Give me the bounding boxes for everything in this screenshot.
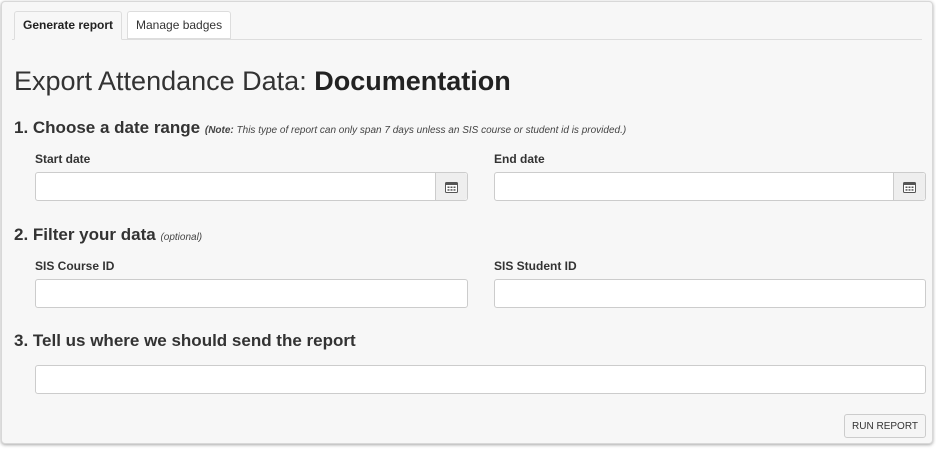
end-date-label: End date	[494, 152, 545, 166]
section-filter-title: 2. Filter your data	[14, 225, 156, 244]
start-date-input[interactable]	[36, 173, 435, 200]
section-date-range-heading: 1. Choose a date range (Note: This type …	[14, 118, 626, 138]
sis-student-id-label: SIS Student ID	[494, 259, 577, 273]
sis-course-id-field	[35, 279, 468, 308]
tab-bar: Generate report Manage badges	[12, 10, 922, 40]
start-date-label: Start date	[35, 152, 91, 166]
date-range-note: (Note: This type of report can only span…	[205, 125, 626, 136]
sis-student-id-input[interactable]	[495, 280, 925, 307]
end-date-calendar-button[interactable]	[893, 173, 925, 200]
end-date-field	[494, 172, 926, 201]
section-send-heading: 3. Tell us where we should send the repo…	[14, 331, 356, 351]
report-panel: Generate report Manage badges Export Att…	[1, 1, 933, 444]
sis-course-id-label: SIS Course ID	[35, 259, 115, 273]
report-recipient-input[interactable]	[36, 366, 925, 393]
tab-manage-badges[interactable]: Manage badges	[127, 11, 232, 39]
page-title: Export Attendance Data: Documentation	[14, 66, 511, 97]
section-filter-heading: 2. Filter your data (optional)	[14, 225, 202, 245]
start-date-field	[35, 172, 468, 201]
section-send-title: 3. Tell us where we should send the repo…	[14, 331, 356, 350]
note-text: This type of report can only span 7 days…	[233, 125, 627, 136]
optional-label: (optional)	[160, 232, 203, 243]
report-recipient-field	[35, 365, 926, 394]
calendar-icon	[445, 181, 458, 193]
run-report-button[interactable]: RUN REPORT	[844, 414, 926, 438]
section-date-range-title: 1. Choose a date range	[14, 118, 201, 137]
sis-course-id-input[interactable]	[36, 280, 467, 307]
note-label: (Note:	[204, 125, 234, 136]
end-date-input[interactable]	[495, 173, 893, 200]
sis-student-id-field	[494, 279, 926, 308]
page-title-prefix: Export Attendance Data:	[14, 66, 315, 96]
calendar-icon	[903, 181, 916, 193]
tab-generate-report[interactable]: Generate report	[14, 11, 123, 40]
page-title-course: Documentation	[314, 66, 511, 96]
start-date-calendar-button[interactable]	[435, 173, 467, 200]
